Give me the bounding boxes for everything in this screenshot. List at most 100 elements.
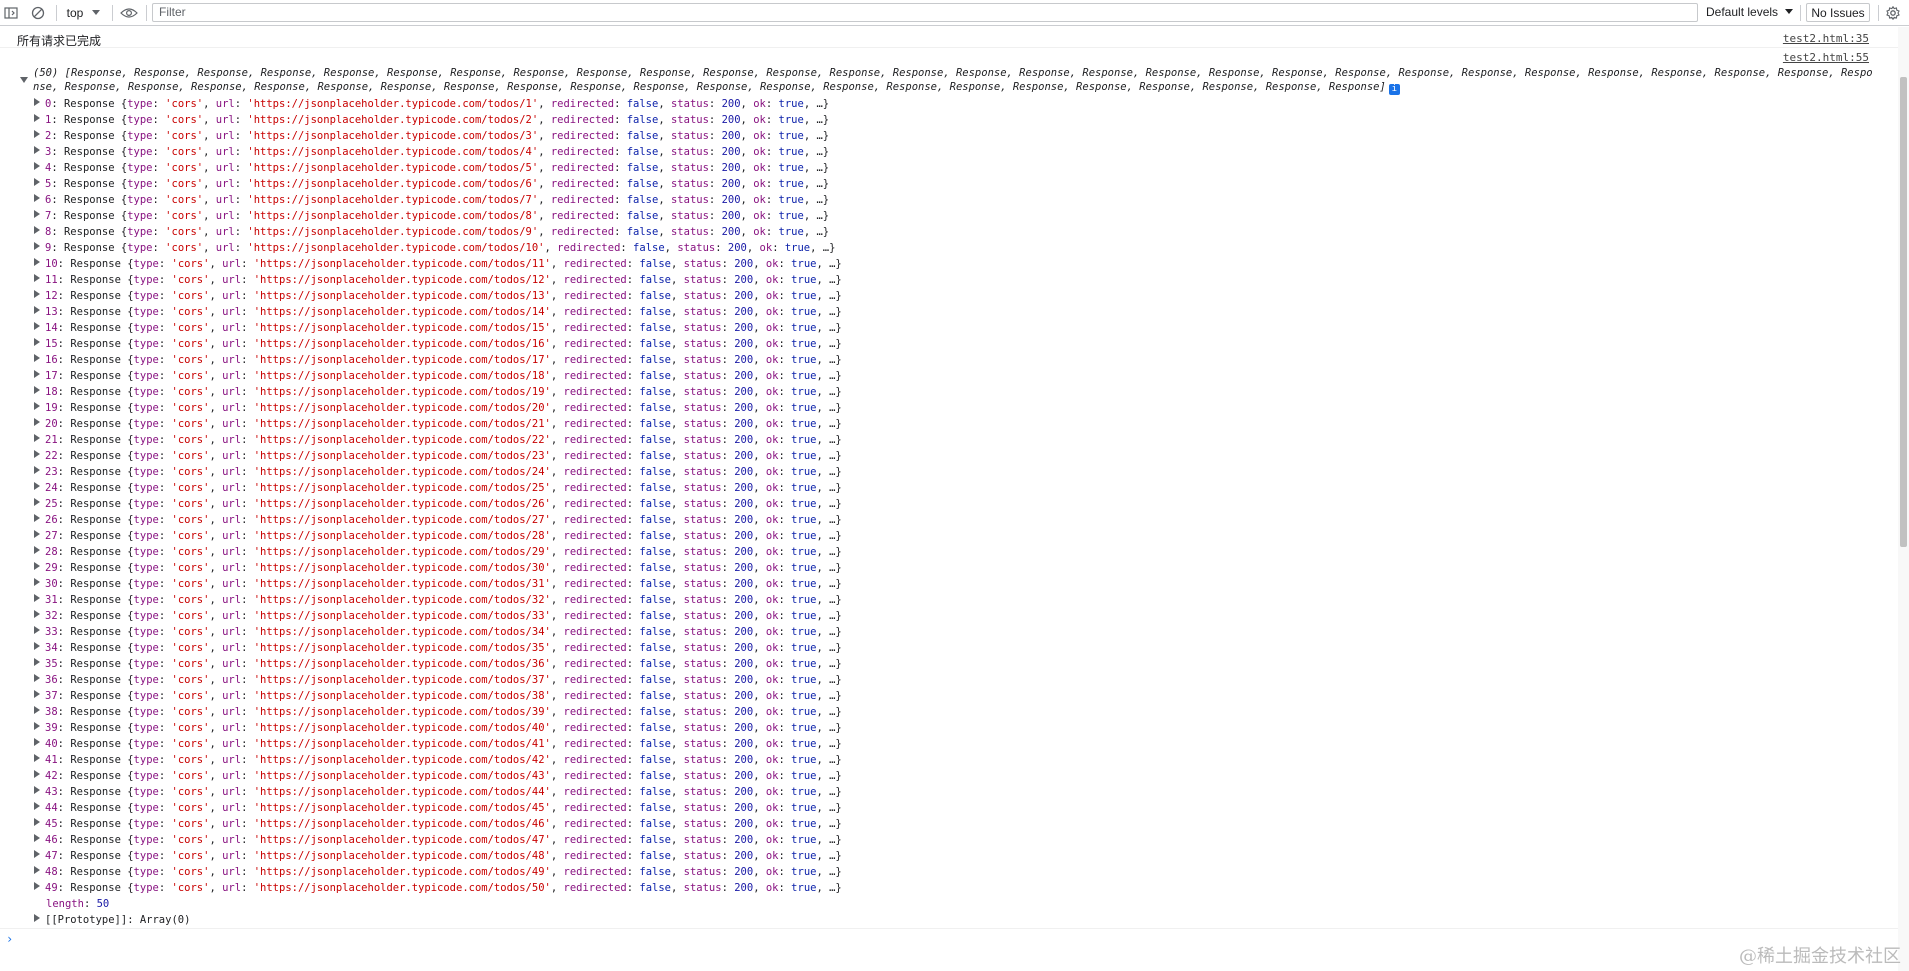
array-item[interactable]: 24: Response {type: 'cors', url: 'https:…	[34, 480, 842, 496]
expand-arrow-icon	[34, 626, 40, 634]
filter-input[interactable]: Filter	[152, 3, 1698, 22]
expand-arrow-icon	[34, 738, 40, 746]
array-item[interactable]: 15: Response {type: 'cors', url: 'https:…	[34, 336, 842, 352]
array-item[interactable]: 31: Response {type: 'cors', url: 'https:…	[34, 592, 842, 608]
live-expression-button[interactable]	[118, 0, 140, 26]
expand-arrow-icon	[34, 418, 40, 426]
expand-arrow-icon	[34, 658, 40, 666]
array-summary[interactable]: (50) [Response, Response, Response, Resp…	[33, 66, 1875, 95]
array-item[interactable]: 48: Response {type: 'cors', url: 'https:…	[34, 864, 842, 880]
array-item[interactable]: 21: Response {type: 'cors', url: 'https:…	[34, 432, 842, 448]
array-item[interactable]: 3: Response {type: 'cors', url: 'https:/…	[34, 144, 829, 160]
array-item[interactable]: 5: Response {type: 'cors', url: 'https:/…	[34, 176, 829, 192]
array-item[interactable]: 0: Response {type: 'cors', url: 'https:/…	[34, 96, 829, 112]
array-item[interactable]: 41: Response {type: 'cors', url: 'https:…	[34, 752, 842, 768]
expand-arrow-icon	[34, 866, 40, 874]
array-item[interactable]: 16: Response {type: 'cors', url: 'https:…	[34, 352, 842, 368]
array-item[interactable]: 19: Response {type: 'cors', url: 'https:…	[34, 400, 842, 416]
expand-arrow-icon	[34, 642, 40, 650]
expand-arrow-icon	[34, 290, 40, 298]
gear-icon	[1886, 6, 1900, 20]
watermark: @稀土掘金技术社区	[1739, 946, 1901, 967]
array-item[interactable]: 8: Response {type: 'cors', url: 'https:/…	[34, 224, 829, 240]
expand-arrow-icon	[34, 434, 40, 442]
array-item[interactable]: 20: Response {type: 'cors', url: 'https:…	[34, 416, 842, 432]
array-item[interactable]: 42: Response {type: 'cors', url: 'https:…	[34, 768, 842, 784]
array-item[interactable]: 30: Response {type: 'cors', url: 'https:…	[34, 576, 842, 592]
array-item[interactable]: 11: Response {type: 'cors', url: 'https:…	[34, 272, 842, 288]
array-item[interactable]: 4: Response {type: 'cors', url: 'https:/…	[34, 160, 829, 176]
clear-icon	[31, 6, 45, 20]
expand-arrow-icon	[34, 466, 40, 474]
expand-arrow-icon	[34, 514, 40, 522]
expand-arrow-icon	[34, 386, 40, 394]
expand-arrow-icon	[34, 546, 40, 554]
array-item[interactable]: 13: Response {type: 'cors', url: 'https:…	[34, 304, 842, 320]
array-item[interactable]: 1: Response {type: 'cors', url: 'https:/…	[34, 112, 829, 128]
array-item[interactable]: 23: Response {type: 'cors', url: 'https:…	[34, 464, 842, 480]
console-prompt-icon[interactable]: ›	[6, 932, 13, 946]
array-item[interactable]: 14: Response {type: 'cors', url: 'https:…	[34, 320, 842, 336]
array-item[interactable]: 45: Response {type: 'cors', url: 'https:…	[34, 816, 842, 832]
array-item[interactable]: 36: Response {type: 'cors', url: 'https:…	[34, 672, 842, 688]
sidebar-toggle-button[interactable]	[2, 0, 20, 26]
array-item[interactable]: 12: Response {type: 'cors', url: 'https:…	[34, 288, 842, 304]
expand-arrow-icon	[34, 146, 40, 154]
expand-arrow-icon	[34, 834, 40, 842]
expand-arrow-icon	[34, 674, 40, 682]
array-item[interactable]: 33: Response {type: 'cors', url: 'https:…	[34, 624, 842, 640]
array-item[interactable]: 49: Response {type: 'cors', url: 'https:…	[34, 880, 842, 896]
source-link[interactable]: test2.html:35	[1783, 32, 1869, 45]
log-levels-dropdown[interactable]: Default levels	[1706, 5, 1794, 19]
expand-arrow-icon	[34, 818, 40, 826]
expand-arrow-icon	[34, 306, 40, 314]
array-item[interactable]: 37: Response {type: 'cors', url: 'https:…	[34, 688, 842, 704]
array-item[interactable]: 26: Response {type: 'cors', url: 'https:…	[34, 512, 842, 528]
array-item[interactable]: 9: Response {type: 'cors', url: 'https:/…	[34, 240, 835, 256]
array-item[interactable]: 35: Response {type: 'cors', url: 'https:…	[34, 656, 842, 672]
array-item[interactable]: 32: Response {type: 'cors', url: 'https:…	[34, 608, 842, 624]
expand-arrow-icon	[34, 450, 40, 458]
scrollbar[interactable]	[1898, 27, 1909, 971]
array-item[interactable]: 25: Response {type: 'cors', url: 'https:…	[34, 496, 842, 512]
array-item[interactable]: 46: Response {type: 'cors', url: 'https:…	[34, 832, 842, 848]
array-item[interactable]: 40: Response {type: 'cors', url: 'https:…	[34, 736, 842, 752]
array-item[interactable]: 34: Response {type: 'cors', url: 'https:…	[34, 640, 842, 656]
expand-arrow-icon	[34, 178, 40, 186]
array-item[interactable]: 29: Response {type: 'cors', url: 'https:…	[34, 560, 842, 576]
expand-arrow-icon	[34, 802, 40, 810]
array-item[interactable]: 7: Response {type: 'cors', url: 'https:/…	[34, 208, 829, 224]
array-item[interactable]: 47: Response {type: 'cors', url: 'https:…	[34, 848, 842, 864]
scrollbar-thumb[interactable]	[1900, 77, 1907, 547]
collapse-arrow-icon[interactable]	[20, 77, 28, 83]
array-item[interactable]: 39: Response {type: 'cors', url: 'https:…	[34, 720, 842, 736]
array-item[interactable]: 44: Response {type: 'cors', url: 'https:…	[34, 800, 842, 816]
array-item[interactable]: 6: Response {type: 'cors', url: 'https:/…	[34, 192, 829, 208]
context-selector[interactable]: top	[62, 0, 106, 26]
array-item[interactable]: 28: Response {type: 'cors', url: 'https:…	[34, 544, 842, 560]
source-link[interactable]: test2.html:55	[1783, 51, 1869, 64]
array-item[interactable]: 38: Response {type: 'cors', url: 'https:…	[34, 704, 842, 720]
log-levels-label: Default levels	[1706, 5, 1779, 19]
expand-arrow-icon	[34, 402, 40, 410]
expand-arrow-icon	[34, 338, 40, 346]
expand-arrow-icon	[34, 610, 40, 618]
expand-arrow-icon	[34, 226, 40, 234]
context-selector-label: top	[66, 6, 84, 20]
array-item[interactable]: 10: Response {type: 'cors', url: 'https:…	[34, 256, 842, 272]
array-prototype[interactable]: [[Prototype]]: Array(0)	[34, 912, 190, 928]
array-item[interactable]: 22: Response {type: 'cors', url: 'https:…	[34, 448, 842, 464]
clear-console-button[interactable]	[28, 0, 48, 26]
info-icon[interactable]: i	[1388, 84, 1400, 95]
array-item[interactable]: 17: Response {type: 'cors', url: 'https:…	[34, 368, 842, 384]
expand-arrow-icon	[34, 498, 40, 506]
expand-arrow-icon	[34, 882, 40, 890]
array-item[interactable]: 43: Response {type: 'cors', url: 'https:…	[34, 784, 842, 800]
array-summary-text: [Response, Response, Response, Response,…	[33, 67, 1873, 93]
console-settings-button[interactable]	[1883, 0, 1903, 26]
array-item[interactable]: 18: Response {type: 'cors', url: 'https:…	[34, 384, 842, 400]
issues-button[interactable]: No Issues	[1806, 3, 1870, 22]
array-item[interactable]: 27: Response {type: 'cors', url: 'https:…	[34, 528, 842, 544]
expand-arrow-icon	[34, 258, 40, 266]
array-item[interactable]: 2: Response {type: 'cors', url: 'https:/…	[34, 128, 829, 144]
